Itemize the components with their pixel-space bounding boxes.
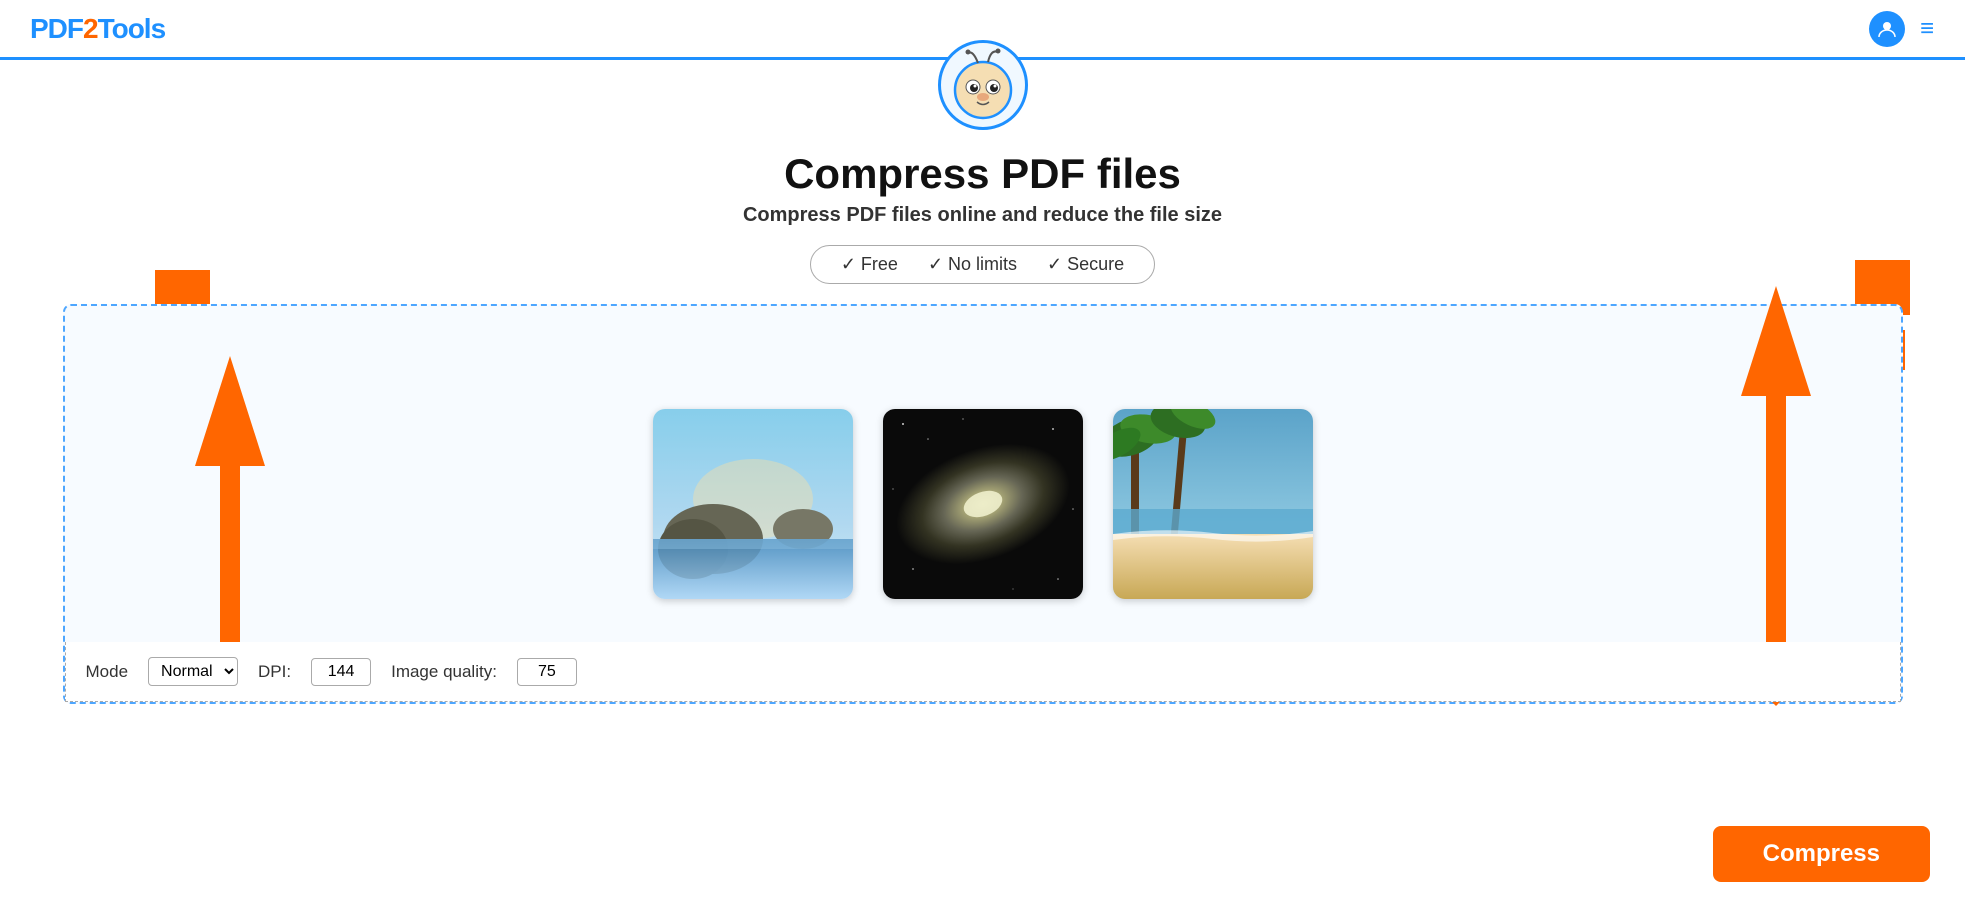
thumbnail-beach bbox=[1113, 409, 1313, 599]
drop-zone[interactable]: Mode Normal High Low DPI: Image quality: bbox=[63, 304, 1903, 704]
page-subtitle: Compress PDF files online and reduce the… bbox=[743, 204, 1222, 227]
quality-input[interactable] bbox=[517, 658, 577, 686]
main-content: Compress PDF files Compress PDF files on… bbox=[0, 130, 1965, 704]
feature-free: ✓ Free bbox=[841, 254, 898, 275]
compress-button[interactable]: Compress bbox=[1713, 826, 1930, 882]
thumbnails-row bbox=[653, 409, 1313, 599]
quality-label: Image quality: bbox=[391, 662, 497, 682]
menu-icon[interactable]: ≡ bbox=[1920, 15, 1935, 43]
thumbnail-galaxy bbox=[883, 409, 1083, 599]
settings-bar: Mode Normal High Low DPI: Image quality: bbox=[65, 642, 1901, 702]
dpi-label: DPI: bbox=[258, 662, 291, 682]
mascot-container bbox=[0, 40, 1965, 130]
mode-select[interactable]: Normal High Low bbox=[148, 657, 238, 686]
mode-label: Mode bbox=[86, 662, 129, 682]
mascot bbox=[938, 40, 1028, 130]
feature-nolimits: ✓ No limits bbox=[928, 254, 1017, 275]
features-badge: ✓ Free ✓ No limits ✓ Secure bbox=[810, 245, 1155, 284]
dpi-input[interactable] bbox=[311, 658, 371, 686]
thumbnail-ocean bbox=[653, 409, 853, 599]
feature-secure: ✓ Secure bbox=[1047, 254, 1124, 275]
page-title: Compress PDF files bbox=[784, 150, 1181, 198]
